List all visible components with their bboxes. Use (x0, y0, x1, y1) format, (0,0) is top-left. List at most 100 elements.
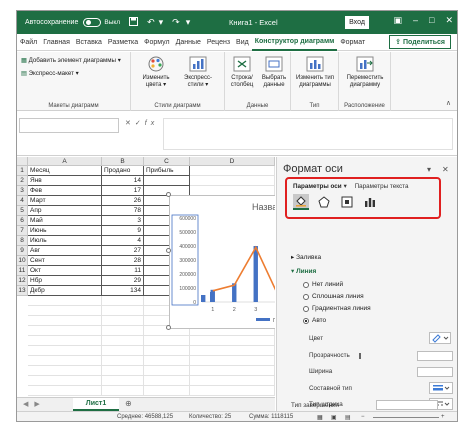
table-cell[interactable]: 9 (102, 226, 144, 236)
table-cell[interactable]: 17 (102, 186, 144, 196)
customize-toolbar-icon[interactable]: ▾ (186, 17, 191, 28)
sheet-next-icon[interactable]: ▶ (34, 401, 45, 408)
zoom-slider[interactable] (373, 417, 439, 418)
table-cell[interactable]: Июнь (28, 226, 102, 236)
table-cell[interactable]: 78 (102, 206, 144, 216)
tab-data[interactable]: Данные (173, 39, 204, 46)
zoom-in-icon[interactable]: + (441, 414, 445, 420)
pane-close-icon[interactable]: ✕ (442, 165, 449, 174)
tab-insert[interactable]: Вставка (73, 39, 105, 46)
row-header[interactable]: 11 (17, 266, 28, 276)
cancel-icon[interactable]: ✕ (125, 120, 135, 127)
normal-view-icon[interactable]: ▦ (317, 414, 323, 421)
save-icon[interactable] (129, 17, 139, 28)
select-data-button[interactable]: Выбрать данные (259, 55, 289, 89)
quick-layout-button[interactable]: ▤ Экспресс-макет ▾ (21, 70, 79, 77)
empty-cell[interactable] (28, 346, 102, 356)
table-cell[interactable]: 29 (102, 276, 144, 286)
empty-cell[interactable] (28, 386, 102, 396)
empty-cell[interactable] (144, 346, 190, 356)
ribbon-display-icon[interactable]: ▣ (393, 15, 402, 26)
empty-cell[interactable] (28, 296, 102, 306)
cap-type-dropdown[interactable] (376, 400, 438, 410)
empty-cell[interactable] (190, 376, 275, 386)
empty-cell[interactable] (102, 296, 144, 306)
transparency-slider[interactable] (359, 353, 361, 359)
move-chart-button[interactable]: Переместить диаграмму (341, 55, 389, 89)
fx-icon[interactable]: fx (145, 120, 158, 127)
empty-cell[interactable] (102, 326, 144, 336)
page-break-icon[interactable]: ▤ (345, 414, 351, 421)
row-header[interactable]: 9 (17, 246, 28, 256)
table-cell[interactable]: 3 (102, 216, 144, 226)
empty-cell[interactable] (102, 336, 144, 346)
effects-icon[interactable] (316, 194, 332, 210)
table-cell[interactable]: Дкбр (28, 286, 102, 296)
minimize-icon[interactable]: – (413, 15, 418, 26)
tab-file[interactable]: Файл (17, 39, 40, 46)
maximize-icon[interactable]: □ (429, 15, 434, 26)
table-cell[interactable]: Окт (28, 266, 102, 276)
table-header-cell[interactable]: Прибыль (144, 166, 190, 176)
table-cell[interactable]: Авг (28, 246, 102, 256)
table-header-cell[interactable]: Месяц (28, 166, 102, 176)
table-cell[interactable]: 4 (102, 236, 144, 246)
empty-cell[interactable] (28, 336, 102, 346)
empty-cell[interactable] (28, 316, 102, 326)
page-layout-icon[interactable]: ▣ (331, 414, 337, 421)
chart-resize-handle[interactable] (166, 248, 171, 253)
pane-options-icon[interactable]: ▾ (427, 165, 431, 174)
empty-cell[interactable] (102, 356, 144, 366)
empty-cell[interactable] (28, 306, 102, 316)
row-header[interactable]: 10 (17, 256, 28, 266)
table-cell[interactable]: Июль (28, 236, 102, 246)
empty-cell[interactable] (102, 306, 144, 316)
tab-format[interactable]: Формат (337, 39, 368, 46)
empty-cell[interactable] (144, 336, 190, 346)
compound-type-dropdown[interactable] (429, 382, 453, 394)
row-header[interactable]: 2 (17, 176, 28, 186)
add-sheet-icon[interactable]: ⊕ (125, 399, 132, 408)
tab-formulas[interactable]: Формул (141, 39, 172, 46)
empty-cell[interactable] (144, 356, 190, 366)
width-input[interactable] (417, 367, 453, 377)
empty-cell[interactable] (102, 346, 144, 356)
row-header[interactable]: 6 (17, 216, 28, 226)
column-header-b[interactable]: B (102, 157, 144, 166)
axis-options-icon[interactable] (362, 194, 378, 210)
tab-axis-options[interactable]: Параметры оси (293, 183, 342, 190)
table-cell[interactable]: 28 (102, 256, 144, 266)
table-cell[interactable]: 27 (102, 246, 144, 256)
table-cell[interactable]: Янв (28, 176, 102, 186)
table-cell[interactable]: 14 (102, 176, 144, 186)
empty-cell[interactable] (190, 336, 275, 346)
zoom-out-icon[interactable]: − (361, 414, 365, 420)
empty-cell[interactable] (28, 326, 102, 336)
empty-cell[interactable] (190, 356, 275, 366)
collapse-ribbon-icon[interactable]: ∧ (446, 99, 451, 107)
select-all-corner[interactable] (17, 157, 28, 166)
close-icon[interactable]: ✕ (445, 15, 453, 26)
color-picker[interactable] (429, 332, 451, 344)
chart-resize-handle[interactable] (166, 325, 171, 330)
fill-line-icon[interactable] (293, 194, 309, 210)
tab-text-options[interactable]: Параметры текста (355, 183, 409, 190)
row-header[interactable]: 3 (17, 186, 28, 196)
empty-cell[interactable] (190, 386, 275, 396)
empty-cell[interactable] (190, 166, 275, 176)
table-header-cell[interactable]: Продано (102, 166, 144, 176)
empty-cell[interactable] (190, 176, 275, 186)
name-box[interactable] (19, 118, 119, 133)
empty-cell[interactable] (144, 366, 190, 376)
row-header[interactable]: 5 (17, 206, 28, 216)
row-header[interactable]: 7 (17, 226, 28, 236)
empty-cell[interactable] (190, 346, 275, 356)
tab-home[interactable]: Главная (40, 39, 73, 46)
column-header-a[interactable]: A (28, 157, 102, 166)
table-cell[interactable]: 134 (102, 286, 144, 296)
table-cell[interactable]: 11 (102, 266, 144, 276)
empty-cell[interactable] (102, 386, 144, 396)
column-header-d[interactable]: D (190, 157, 275, 166)
row-header[interactable]: 8 (17, 236, 28, 246)
empty-cell[interactable] (28, 376, 102, 386)
